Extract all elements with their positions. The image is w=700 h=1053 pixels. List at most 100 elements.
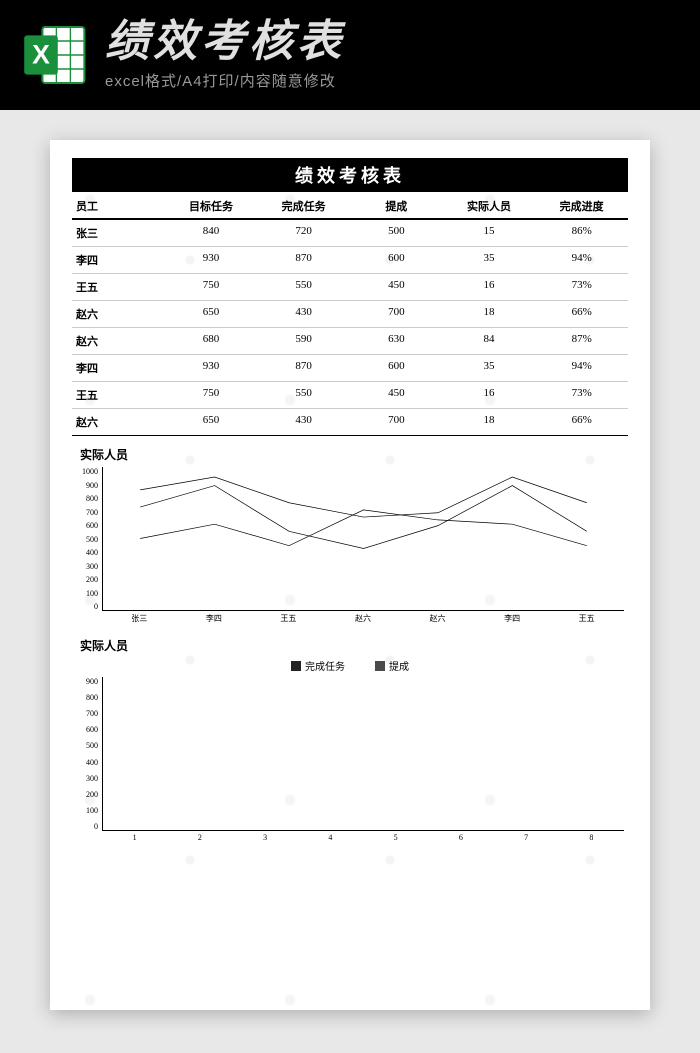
- table-cell: 840: [165, 225, 258, 241]
- banner-subtitle: excel格式/A4打印/内容随意修改: [105, 70, 680, 91]
- header-banner: X 绩效考核表 excel格式/A4打印/内容随意修改: [0, 0, 700, 110]
- banner-title: 绩效考核表: [105, 20, 680, 64]
- ytick-label: 600: [72, 521, 98, 530]
- legend-label: 提成: [389, 658, 409, 673]
- legend-item: 提成: [375, 658, 409, 673]
- table-cell: 87%: [535, 333, 628, 349]
- table-cell: 18: [443, 306, 536, 322]
- ytick-label: 300: [72, 562, 98, 571]
- ytick-label: 100: [72, 589, 98, 598]
- xtick-label: 5: [394, 833, 398, 847]
- table-row: 赵六6504307001866%: [72, 409, 628, 436]
- table-cell: 700: [350, 306, 443, 322]
- table-cell: 650: [165, 306, 258, 322]
- xtick-label: 4: [328, 833, 332, 847]
- ytick-label: 200: [72, 790, 98, 799]
- table-cell: 550: [257, 387, 350, 403]
- table-header-cell: 完成任务: [257, 198, 350, 214]
- doc-title: 绩效考核表: [72, 158, 628, 192]
- table-cell: 16: [443, 387, 536, 403]
- table-cell: 73%: [535, 279, 628, 295]
- ytick-label: 500: [72, 741, 98, 750]
- line-chart-yaxis: 10009008007006005004003002001000: [72, 467, 98, 611]
- table-header-row: 员工目标任务完成任务提成实际人员完成进度: [72, 192, 628, 220]
- table-row: 张三8407205001586%: [72, 220, 628, 247]
- table-cell: 赵六: [72, 414, 165, 430]
- table-cell: 84: [443, 333, 536, 349]
- xtick-label: 王五: [280, 613, 296, 627]
- bar-chart-yaxis: 9008007006005004003002001000: [72, 677, 98, 831]
- ytick-label: 300: [72, 774, 98, 783]
- line-chart-title: 实际人员: [72, 444, 628, 467]
- table-row: 李四9308706003594%: [72, 247, 628, 274]
- xtick-label: 李四: [206, 613, 222, 627]
- line-chart-block: 实际人员 10009008007006005004003002001000 张三…: [72, 444, 628, 627]
- table-cell: 66%: [535, 306, 628, 322]
- legend-item: 完成任务: [291, 658, 345, 673]
- table-cell: 86%: [535, 225, 628, 241]
- table-cell: 700: [350, 414, 443, 430]
- line-chart-xaxis: 张三李四王五赵六赵六李四王五: [102, 613, 624, 627]
- excel-icon: X: [20, 20, 90, 90]
- table-cell: 450: [350, 387, 443, 403]
- table-cell: 500: [350, 225, 443, 241]
- svg-text:X: X: [32, 39, 50, 69]
- table-cell: 李四: [72, 360, 165, 376]
- table-header-cell: 员工: [72, 198, 165, 214]
- table-cell: 600: [350, 360, 443, 376]
- ytick-label: 900: [72, 677, 98, 686]
- table-cell: 16: [443, 279, 536, 295]
- table-cell: 650: [165, 414, 258, 430]
- ytick-label: 700: [72, 709, 98, 718]
- ytick-label: 800: [72, 693, 98, 702]
- document-page: 绩效考核表 员工目标任务完成任务提成实际人员完成进度 张三84072050015…: [50, 140, 650, 1010]
- table-cell: 张三: [72, 225, 165, 241]
- xtick-label: 赵六: [430, 613, 446, 627]
- table-row: 赵六6504307001866%: [72, 301, 628, 328]
- ytick-label: 100: [72, 806, 98, 815]
- table-cell: 720: [257, 225, 350, 241]
- bar-chart-area: 9008007006005004003002001000 12345678: [102, 677, 624, 847]
- bar-chart-title: 实际人员: [72, 635, 628, 658]
- legend-swatch: [291, 661, 301, 671]
- table-cell: 94%: [535, 360, 628, 376]
- ytick-label: 600: [72, 725, 98, 734]
- table-cell: 李四: [72, 252, 165, 268]
- table-cell: 930: [165, 252, 258, 268]
- ytick-label: 0: [72, 822, 98, 831]
- table-cell: 35: [443, 360, 536, 376]
- table-cell: 王五: [72, 387, 165, 403]
- table-cell: 750: [165, 387, 258, 403]
- table-cell: 15: [443, 225, 536, 241]
- legend-swatch: [375, 661, 385, 671]
- table-cell: 66%: [535, 414, 628, 430]
- bar-chart-block: 实际人员 完成任务提成 9008007006005004003002001000…: [72, 635, 628, 847]
- xtick-label: 王五: [579, 613, 595, 627]
- xtick-label: 3: [263, 833, 267, 847]
- table-cell: 35: [443, 252, 536, 268]
- ytick-label: 400: [72, 548, 98, 557]
- line-chart-area: 10009008007006005004003002001000 张三李四王五赵…: [102, 467, 624, 627]
- ytick-label: 200: [72, 575, 98, 584]
- page-canvas: 绩效考核表 员工目标任务完成任务提成实际人员完成进度 张三84072050015…: [0, 110, 700, 1040]
- bar-chart-plot: [102, 677, 624, 831]
- table-cell: 870: [257, 252, 350, 268]
- xtick-label: 7: [524, 833, 528, 847]
- table-cell: 94%: [535, 252, 628, 268]
- xtick-label: 6: [459, 833, 463, 847]
- table-header-cell: 完成进度: [535, 198, 628, 214]
- table-cell: 870: [257, 360, 350, 376]
- table-cell: 590: [257, 333, 350, 349]
- table-cell: 600: [350, 252, 443, 268]
- table-header-cell: 目标任务: [165, 198, 258, 214]
- line-series: [140, 477, 587, 517]
- table-cell: 王五: [72, 279, 165, 295]
- table-cell: 430: [257, 414, 350, 430]
- table-header-cell: 实际人员: [443, 198, 536, 214]
- line-series: [140, 510, 587, 546]
- bar-chart-xaxis: 12345678: [102, 833, 624, 847]
- ytick-label: 500: [72, 535, 98, 544]
- table-cell: 赵六: [72, 333, 165, 349]
- table-cell: 930: [165, 360, 258, 376]
- xtick-label: 赵六: [355, 613, 371, 627]
